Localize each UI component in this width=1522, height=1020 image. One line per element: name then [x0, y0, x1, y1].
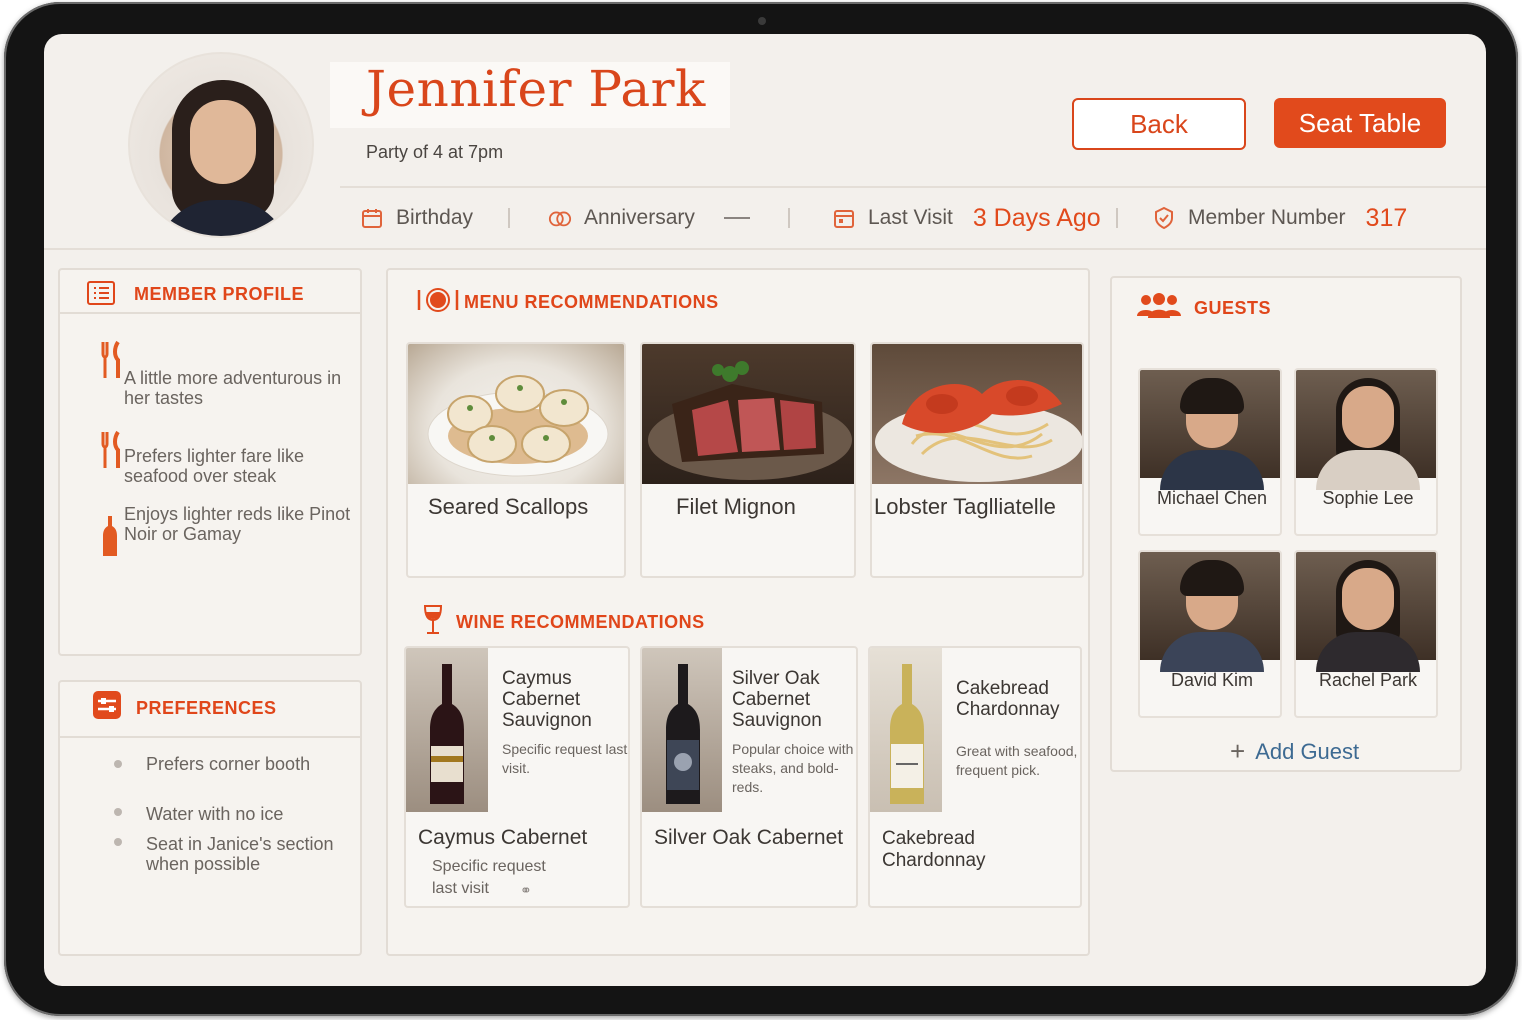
utensils-icon: [100, 430, 126, 478]
wine-description: Great with seafood, frequent pick.: [956, 743, 1078, 778]
guest-name: Michael Chen: [1156, 488, 1268, 508]
back-button[interactable]: Back: [1072, 98, 1246, 150]
profile-note: Prefers lighter fare like seafood over s…: [124, 446, 305, 486]
meta-separator: [508, 208, 510, 228]
guests-panel: GUESTS Michael Chen Sophie Lee David Kim…: [1110, 276, 1462, 772]
guest-card[interactable]: Rachel Park: [1294, 550, 1438, 718]
guest-name: David Kim: [1170, 670, 1254, 690]
guest-photo: [1140, 552, 1280, 672]
camera-dot: [758, 17, 766, 25]
anniversary-field: Anniversary: [548, 202, 695, 234]
meta-separator: [788, 208, 790, 228]
menu-card[interactable]: Filet Mignon: [640, 342, 856, 578]
seat-table-button[interactable]: Seat Table: [1274, 98, 1446, 148]
wine-description: Specific request last visit.: [502, 741, 628, 776]
calendar-icon: [360, 206, 384, 230]
wine-footer-note: Specific request: [432, 858, 546, 875]
wine-footer-name: Silver Oak Cabernet: [654, 826, 844, 849]
preference-item: Prefers corner booth: [146, 754, 311, 774]
anniversary-empty-dash: [724, 217, 750, 219]
add-guest-button[interactable]: + Add Guest: [1230, 736, 1359, 767]
last-visit-label: Last Visit: [868, 206, 953, 229]
wine-description: Popular choice with steaks, and bold-red…: [732, 741, 854, 795]
guests-title: GUESTS: [1194, 298, 1272, 318]
dish-photo-filet: [642, 344, 854, 484]
member-profile-panel: MEMBER PROFILE A little more adventurous…: [58, 268, 362, 656]
member-profile-title: MEMBER PROFILE: [134, 284, 305, 304]
wine-bottle-photo: [406, 648, 488, 812]
wine-recommendations-title: WINE RECOMMENDATIONS: [456, 612, 705, 632]
screen: Jennifer Park Party of 4 at 7pm Back Sea…: [44, 34, 1486, 986]
guest-photo: [1140, 370, 1280, 490]
last-visit-field: Last Visit 3 Days Ago: [832, 202, 1101, 234]
shield-check-icon: [1152, 206, 1176, 230]
plate-icon: [416, 286, 460, 319]
wine-card[interactable]: Caymus Cabernet Sauvignon Specific reque…: [404, 646, 630, 908]
utensils-icon: [100, 340, 126, 388]
member-number-field: Member Number 317: [1152, 202, 1407, 234]
profile-list-icon: [86, 280, 116, 311]
birthday-field: Birthday: [360, 202, 473, 234]
guest-card[interactable]: Sophie Lee: [1294, 368, 1438, 536]
preferences-icon: [92, 690, 122, 725]
wine-name: Silver Oak Cabernet Sauvignon: [732, 668, 822, 731]
wine-bottle-icon: [100, 514, 120, 566]
dish-photo-scallops: [408, 344, 624, 484]
preference-item: Seat in Janice's section when possible: [146, 834, 334, 874]
dish-photo-lobster: [872, 344, 1082, 484]
guest-photo: [1296, 552, 1436, 672]
preferences-title: PREFERENCES: [136, 698, 277, 718]
menu-card[interactable]: Lobster Taglliatelle: [870, 342, 1084, 578]
wine-footer-name: Caymus Cabernet: [418, 826, 588, 849]
wine-name: Caymus Cabernet Sauvignon: [502, 668, 592, 731]
menu-recommendations-title: MENU RECOMMENDATIONS: [464, 292, 719, 312]
guest-header: Jennifer Park Party of 4 at 7pm Back Sea…: [44, 34, 1486, 250]
profile-note: Enjoys lighter reds like Pinot Noir or G…: [124, 504, 351, 544]
wine-name: Cakebread Chardonnay: [956, 678, 1060, 720]
rings-icon: [548, 206, 572, 230]
meta-separator: [1116, 208, 1118, 228]
recommendations-panel: MENU RECOMMENDATIONS Seared Scallops Fil…: [386, 268, 1090, 956]
add-guest-label: Add Guest: [1255, 738, 1360, 764]
dish-name: Seared Scallops: [428, 494, 589, 519]
wine-card[interactable]: Silver Oak Cabernet Sauvignon Popular ch…: [640, 646, 858, 908]
dish-name: Filet Mignon: [676, 494, 796, 519]
preferences-panel: PREFERENCES Prefers corner booth Water w…: [58, 680, 362, 956]
preference-item: Water with no ice: [146, 804, 284, 824]
party-info: Party of 4 at 7pm: [366, 142, 504, 162]
guest-card[interactable]: David Kim: [1138, 550, 1282, 718]
rings-icon: ⚭: [520, 882, 532, 898]
guest-name: Rachel Park: [1318, 670, 1418, 690]
wine-footer-name: Cakebread Chardonnay: [882, 828, 986, 871]
profile-note: A little more adventurous in her tastes: [124, 368, 342, 408]
last-visit-value: 3 Days Ago: [972, 203, 1101, 232]
wine-bottle-photo: [642, 648, 722, 812]
guest-photo: [1296, 370, 1436, 490]
guest-card[interactable]: Michael Chen: [1138, 368, 1282, 536]
tablet-frame: Jennifer Park Party of 4 at 7pm Back Sea…: [4, 2, 1518, 1016]
wine-bottle-photo: [870, 648, 942, 812]
anniversary-label: Anniversary: [584, 206, 695, 229]
menu-card[interactable]: Seared Scallops: [406, 342, 626, 578]
plus-icon: +: [1230, 736, 1246, 766]
header-divider: [340, 186, 1486, 188]
birthday-label: Birthday: [396, 206, 474, 229]
guest-name: Sophie Lee: [1322, 488, 1414, 508]
wine-glass-icon: [422, 604, 444, 641]
member-number-value: 317: [1365, 203, 1408, 232]
member-number-label: Member Number: [1188, 206, 1346, 229]
guest-name: Jennifer Park: [366, 60, 706, 118]
wine-card[interactable]: Cakebread Chardonnay Great with seafood,…: [868, 646, 1082, 908]
people-icon: [1136, 292, 1182, 325]
dish-name: Lobster Taglliatelle: [874, 494, 1056, 519]
wine-footer-note: last visit: [432, 880, 489, 897]
guest-avatar: [128, 52, 314, 238]
calendar-icon: [832, 206, 856, 230]
